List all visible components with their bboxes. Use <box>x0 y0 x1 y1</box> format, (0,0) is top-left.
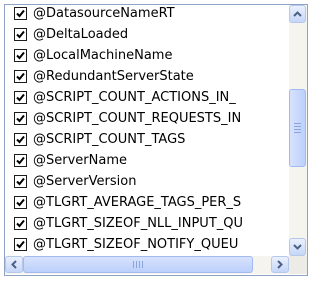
checkbox[interactable] <box>14 175 27 188</box>
checkbox[interactable] <box>14 217 27 230</box>
list-item[interactable]: @SCRIPT_COUNT_TAGS <box>5 129 185 150</box>
scroll-up-button[interactable] <box>289 5 306 23</box>
checkbox[interactable] <box>14 28 27 41</box>
checkbox[interactable] <box>14 91 27 104</box>
list-item-label: @LocalMachineName <box>33 48 173 63</box>
check-icon <box>16 93 25 102</box>
check-icon <box>16 177 25 186</box>
list-item-label: @SCRIPT_COUNT_TAGS <box>33 132 186 147</box>
checkbox[interactable] <box>14 196 27 209</box>
check-icon <box>16 156 25 165</box>
arrow-up-icon <box>293 11 302 17</box>
checkbox[interactable] <box>14 133 27 146</box>
scroll-down-button[interactable] <box>289 238 306 256</box>
vertical-scroll-thumb[interactable] <box>289 89 306 167</box>
checkbox[interactable] <box>14 49 27 62</box>
list-item[interactable]: @TLGRT_SIZEOF_NLL_INPUT_QU <box>5 213 243 234</box>
check-icon <box>16 135 25 144</box>
list-item-label: @RedundantServerState <box>33 69 194 84</box>
check-icon <box>16 51 25 60</box>
check-icon <box>16 114 25 123</box>
arrow-left-icon <box>11 260 17 269</box>
checkbox[interactable] <box>14 112 27 125</box>
check-icon <box>16 9 25 18</box>
arrow-down-icon <box>293 244 302 250</box>
list-item[interactable]: @LocalMachineName <box>5 45 172 66</box>
scroll-left-button[interactable] <box>5 256 23 273</box>
grip-icon <box>294 123 301 133</box>
scroll-right-button[interactable] <box>271 256 289 273</box>
checked-list-box[interactable]: @DatasourceNameRT @DeltaLoaded @LocalMachi… <box>4 4 308 276</box>
check-icon <box>16 198 25 207</box>
check-icon <box>16 219 25 228</box>
list-item[interactable]: @TLGRT_AVERAGE_TAGS_PER_S <box>5 192 241 213</box>
list-item-label: @DatasourceNameRT <box>33 6 175 21</box>
vertical-scrollbar[interactable] <box>289 5 307 256</box>
list-item[interactable]: @SCRIPT_COUNT_REQUESTS_IN <box>5 108 241 129</box>
list-item[interactable]: @RedundantServerState <box>5 66 194 87</box>
list-item-label: @TLGRT_AVERAGE_TAGS_PER_S <box>33 195 242 210</box>
list-item-label: @TLGRT_SIZEOF_NOTIFY_QUEU <box>33 237 239 252</box>
checkbox[interactable] <box>14 70 27 83</box>
list-item[interactable]: @DatasourceNameRT <box>5 5 175 24</box>
list-item-label: @DeltaLoaded <box>33 27 129 42</box>
list-items: @DatasourceNameRT @DeltaLoaded @LocalMachi… <box>5 5 289 256</box>
list-item-label: @TLGRT_SIZEOF_NLL_INPUT_QU <box>33 216 244 231</box>
list-item-label: @ServerName <box>33 153 127 168</box>
checkbox[interactable] <box>14 7 27 20</box>
grip-icon <box>133 261 143 268</box>
list-item[interactable]: @DeltaLoaded <box>5 24 128 45</box>
list-item-label: @ServerVersion <box>33 174 137 189</box>
check-icon <box>16 72 25 81</box>
arrow-right-icon <box>277 260 283 269</box>
checkbox[interactable] <box>14 238 27 251</box>
horizontal-scrollbar[interactable] <box>5 256 289 274</box>
scrollbar-corner <box>289 256 307 274</box>
check-icon <box>16 240 25 249</box>
list-item-label: @SCRIPT_COUNT_REQUESTS_IN <box>33 111 242 126</box>
horizontal-scroll-thumb[interactable] <box>23 256 253 273</box>
list-item-label: @SCRIPT_COUNT_ACTIONS_IN_ <box>33 90 236 105</box>
check-icon <box>16 30 25 39</box>
list-item[interactable]: @ServerName <box>5 150 127 171</box>
list-item[interactable]: @TLGRT_SIZEOF_NOTIFY_QUEU <box>5 234 238 255</box>
list-item[interactable]: @ServerVersion <box>5 171 136 192</box>
checkbox[interactable] <box>14 154 27 167</box>
list-item[interactable]: @SCRIPT_COUNT_ACTIONS_IN_ <box>5 87 236 108</box>
